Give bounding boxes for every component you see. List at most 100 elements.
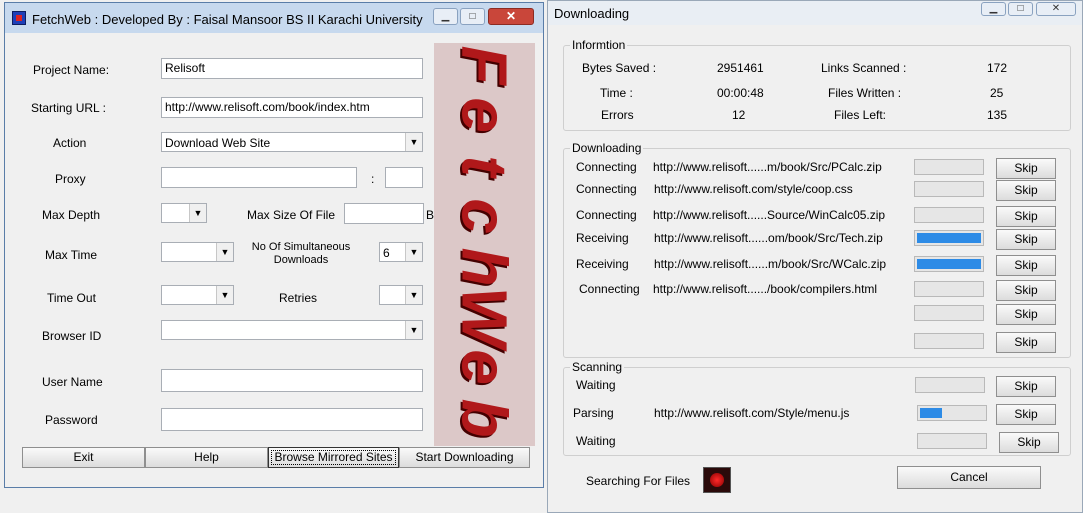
downloading-group-label: Downloading [570,141,644,155]
scan-row-skip-button[interactable]: Skip [996,404,1056,425]
errors-value: 12 [732,108,746,122]
download-row-progress-fill [917,259,981,269]
close-icon[interactable]: ✕ [488,8,534,25]
download-row-skip-button[interactable]: Skip [996,180,1056,201]
download-row-progress-bar [914,305,984,321]
download-row-progress-bar [914,333,984,349]
proxy-port-separator: : [371,172,375,186]
searching-for-files-label: Searching For Files [586,474,691,488]
scan-row-progress-bar [917,405,987,421]
starting-url-input[interactable]: http://www.relisoft.com/book/index.htm [161,97,423,118]
download-row-status: Connecting [576,208,637,222]
errors-label: Errors [601,108,634,122]
simultaneous-downloads-select[interactable]: 6 ▼ [379,242,423,262]
project-name-label: Project Name: [33,63,110,77]
download-row-skip-button[interactable]: Skip [996,158,1056,179]
chevron-down-icon[interactable]: ▼ [216,243,233,261]
time-label: Time : [600,86,633,100]
download-row-progress-bar [914,230,984,246]
max-size-unit: B [426,208,435,222]
scanning-group-label: Scanning [570,360,625,374]
minimize-icon[interactable]: ▁ [981,2,1006,16]
scan-row-progress-bar [915,377,985,393]
start-downloading-button[interactable]: Start Downloading [399,447,530,468]
proxy-port-input[interactable] [385,167,423,188]
max-depth-select[interactable]: ▼ [161,203,207,223]
scan-row-skip-button[interactable]: Skip [999,432,1059,453]
action-value: Download Web Site [165,136,271,150]
download-row-status: Receiving [576,257,629,271]
action-select[interactable]: Download Web Site ▼ [161,132,423,152]
download-row-progress-fill [917,233,981,243]
scan-row-status: Waiting [576,378,616,392]
scan-row-progress-bar [917,433,987,449]
cancel-button[interactable]: Cancel [897,466,1041,489]
download-row-url: http://www.relisoft......m/book/Src/WCal… [654,257,887,271]
download-row-skip-button[interactable]: Skip [996,206,1056,227]
chevron-down-icon[interactable]: ▼ [216,286,233,304]
password-label: Password [45,413,98,427]
max-size-input[interactable] [344,203,424,224]
action-label: Action [53,136,87,150]
scan-row-skip-button[interactable]: Skip [996,376,1056,397]
download-row-status: Connecting [579,282,640,296]
browse-mirrored-sites-button[interactable]: Browse Mirrored Sites [268,447,399,468]
files-written-value: 25 [990,86,1004,100]
downloading-title: Downloading [554,6,630,21]
chevron-down-icon[interactable]: ▼ [405,243,422,261]
scan-row-status: Parsing [573,406,614,420]
max-size-label: Max Size Of File [247,208,336,222]
chevron-down-icon[interactable]: ▼ [189,204,206,222]
download-row-status: Receiving [576,231,629,245]
app-icon [12,11,26,25]
minimize-icon[interactable]: ▁ [433,8,458,25]
download-row-url: http://www.relisoft......om/book/Src/Tec… [654,231,883,245]
exit-button[interactable]: Exit [22,447,145,468]
time-out-select[interactable]: ▼ [161,285,234,305]
proxy-input[interactable] [161,167,357,188]
max-time-select[interactable]: ▼ [161,242,234,262]
user-name-input[interactable] [161,369,423,392]
chevron-down-icon[interactable]: ▼ [405,321,422,339]
simultaneous-downloads-label: No Of Simultaneous Downloads [251,241,351,266]
chevron-down-icon[interactable]: ▼ [405,133,422,151]
retries-select[interactable]: ▼ [379,285,423,305]
download-row-url: http://www.relisoft.com/style/coop.css [654,182,853,196]
fetchweb-logo: FetchWeb [434,43,535,446]
download-row-skip-button[interactable]: Skip [996,304,1056,325]
browser-id-label: Browser ID [42,329,102,343]
download-row-progress-bar [914,207,984,223]
project-name-input[interactable]: Relisoft [161,58,423,79]
download-row-skip-button[interactable]: Skip [996,332,1056,353]
download-row-status: Connecting [576,160,637,174]
maximize-icon[interactable]: □ [1008,2,1033,16]
browser-id-select[interactable]: ▼ [161,320,423,340]
download-row-skip-button[interactable]: Skip [996,229,1056,250]
links-scanned-value: 172 [987,61,1008,75]
download-row-skip-button[interactable]: Skip [996,255,1056,276]
bytes-saved-value: 2951461 [717,61,764,75]
files-left-label: Files Left: [834,108,887,122]
password-input[interactable] [161,408,423,431]
scan-row-url: http://www.relisoft.com/Style/menu.js [654,406,850,420]
information-group-label: Informtion [570,38,628,52]
maximize-icon[interactable]: □ [460,8,485,25]
starting-url-label: Starting URL : [31,101,106,115]
download-row-progress-bar [914,181,984,197]
files-left-value: 135 [987,108,1008,122]
help-button[interactable]: Help [145,447,268,468]
chevron-down-icon[interactable]: ▼ [405,286,422,304]
downloading-group: Downloading [563,141,1071,358]
download-row-url: http://www.relisoft......m/book/Src/PCal… [653,160,882,174]
time-out-label: Time Out [47,291,96,305]
scan-row-status: Waiting [576,434,616,448]
download-row-progress-bar [914,159,984,175]
download-row-status: Connecting [576,182,637,196]
simultaneous-downloads-value: 6 [383,246,390,260]
proxy-label: Proxy [55,172,86,186]
download-row-skip-button[interactable]: Skip [996,280,1056,301]
close-icon[interactable]: ✕ [1036,2,1076,16]
max-depth-label: Max Depth [42,208,101,222]
user-name-label: User Name [42,375,103,389]
time-value: 00:00:48 [717,86,764,100]
